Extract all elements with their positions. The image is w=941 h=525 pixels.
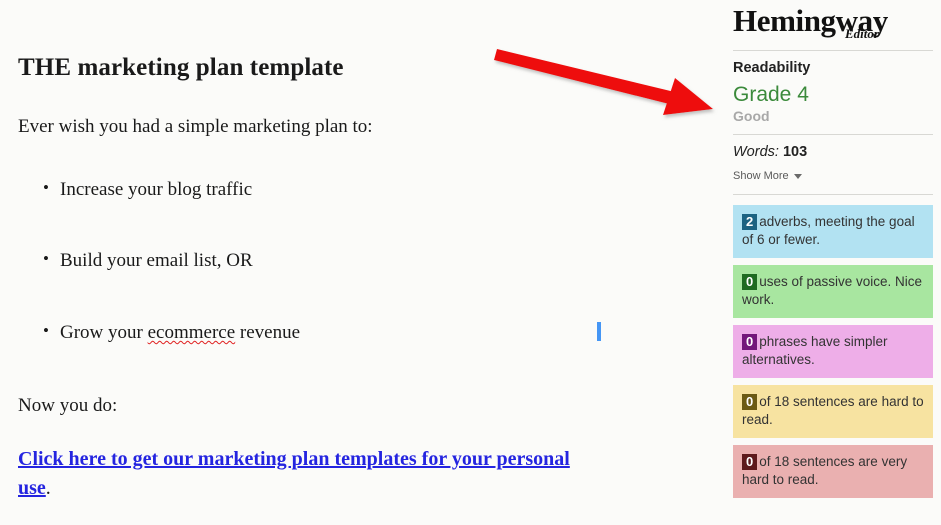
hemingway-sidebar: Hemingway Editor Readability Grade 4 Goo… (725, 0, 941, 525)
hint-text: of 18 sentences are very hard to read. (742, 453, 908, 487)
word-stats-section: Words: 103 Show More (733, 135, 933, 194)
word-count-label: Words: (733, 144, 779, 161)
readability-section: Readability Grade 4 Good (733, 51, 933, 134)
marketing-plan-template-link[interactable]: Click here to get our marketing plan tem… (18, 448, 570, 499)
list-item: Build your email list, OR (18, 248, 705, 274)
text-cursor-caret (597, 322, 601, 341)
word-count-row: Words: 103 (733, 144, 933, 160)
hint-text: uses of passive voice. Nice work. (742, 274, 923, 307)
hint-panel-passive-voice[interactable]: 0 uses of passive voice. Nice work. (733, 265, 933, 318)
list-item-text: Increase your blog traffic (60, 178, 253, 200)
document-link-paragraph: Click here to get our marketing plan tem… (18, 445, 598, 503)
document-intro-paragraph: Ever wish you had a simple marketing pla… (18, 116, 373, 137)
logo-wordmark: Hemingway (733, 3, 888, 38)
hint-panel-adverbs[interactable]: 2 adverbs, meeting the goal of 6 or fewer… (733, 205, 933, 259)
hint-panel-simpler-alternatives[interactable]: 0 phrases have simpler alternatives. (733, 324, 933, 378)
list-item: Increase your blog traffic (18, 177, 705, 203)
hint-count-badge: 0 (742, 393, 758, 411)
hint-count-badge: 0 (742, 274, 758, 291)
logo-subtitle: Editor (845, 26, 879, 41)
hint-text: of 18 sentences are hard to read. (742, 393, 924, 427)
show-more-label: Show More (733, 170, 789, 183)
show-more-toggle[interactable]: Show More (733, 170, 802, 182)
hint-panel-list: 2 adverbs, meeting the goal of 6 or fewer… (733, 195, 933, 498)
hint-count-badge: 2 (742, 214, 758, 231)
chevron-down-icon (793, 173, 802, 179)
hint-count-badge: 0 (742, 333, 758, 351)
readability-quality: Good (733, 108, 770, 125)
hint-text: adverbs, meeting the goal of 6 or fewer. (742, 214, 915, 248)
word-count-value: 103 (782, 144, 808, 161)
readability-label: Readability (733, 60, 811, 76)
hint-count-badge: 0 (742, 453, 758, 471)
document-closing-paragraph: Now you do: (18, 394, 118, 416)
link-trailing-period: . (45, 477, 51, 500)
hemingway-logo[interactable]: Hemingway Editor (733, 0, 933, 50)
list-item-text-suffix: revenue (235, 322, 301, 344)
hint-panel-very-hard-sentences[interactable]: 0 of 18 sentences are very hard to read. (733, 444, 933, 498)
document-bullet-list: Increase your blog traffic Build your em… (18, 177, 705, 346)
readability-grade: Grade 4 (733, 83, 809, 106)
hint-panel-hard-sentences[interactable]: 0 of 18 sentences are hard to read. (733, 384, 933, 438)
list-item-text: Build your email list, OR (60, 250, 253, 272)
list-item-text-prefix: Grow your (60, 322, 148, 344)
document-title: THE marketing plan template (18, 54, 344, 81)
list-item: Grow your ecommerce revenue (18, 320, 705, 346)
editor-pane[interactable]: THE marketing plan template Ever wish yo… (0, 0, 725, 525)
misspelled-word: ecommerce (147, 322, 236, 344)
hint-text: phrases have simpler alternatives. (742, 333, 888, 367)
